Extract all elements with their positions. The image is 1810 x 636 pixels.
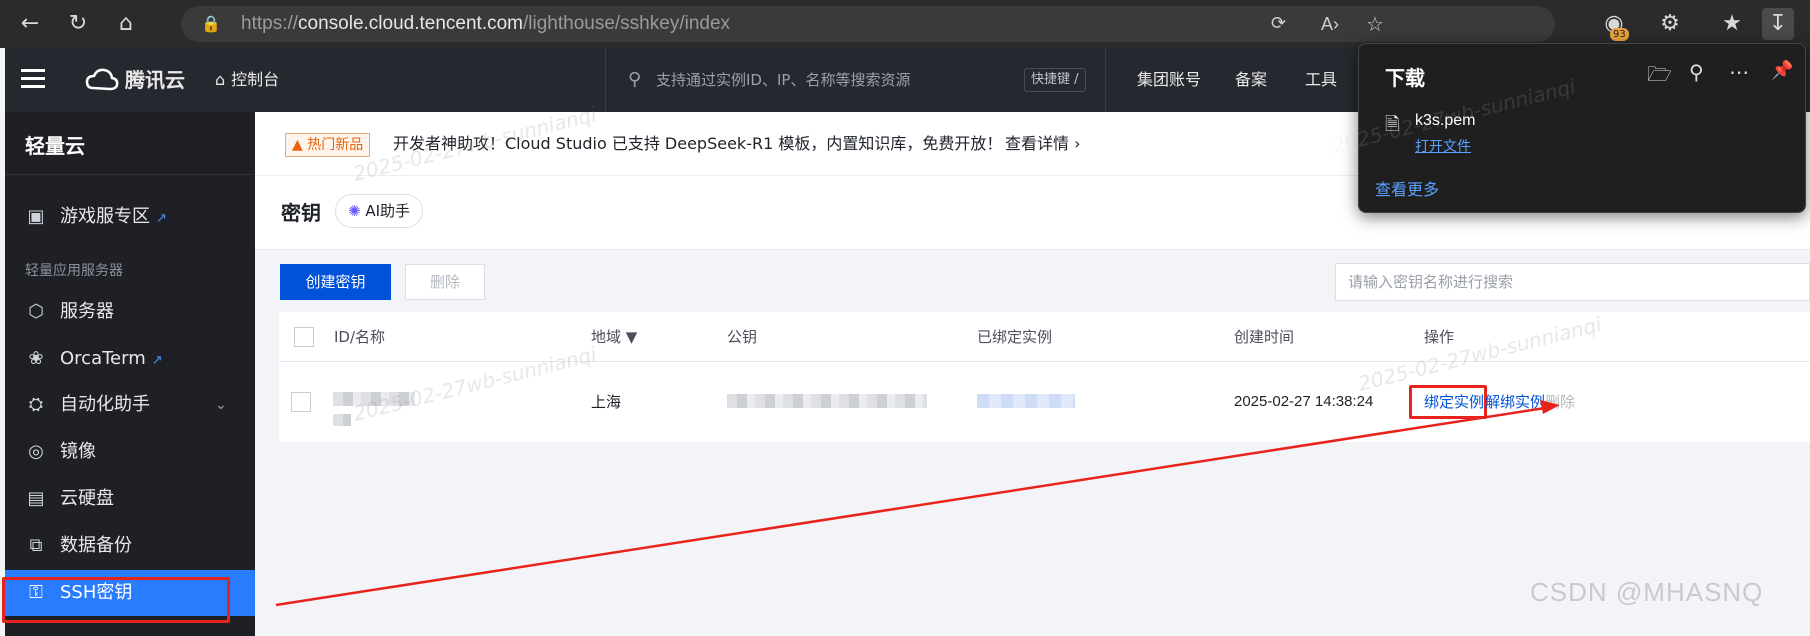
download-title: 下载 bbox=[1385, 66, 1425, 90]
more-icon[interactable]: ⋯ bbox=[1729, 60, 1749, 84]
pin-icon[interactable]: 📌 bbox=[1771, 60, 1793, 81]
see-more-link[interactable]: 查看更多 bbox=[1375, 176, 1439, 200]
folder-icon[interactable]: 🗁 bbox=[1647, 60, 1672, 94]
download-popup: 下载 🗁 ⚲ ⋯ 📌 🗎 k3s.pem 打开文件 查看更多 2025-02-2… bbox=[1330, 43, 1806, 213]
open-file-link[interactable]: 打开文件 bbox=[1415, 136, 1471, 156]
search-icon[interactable]: ⚲ bbox=[1689, 60, 1704, 84]
